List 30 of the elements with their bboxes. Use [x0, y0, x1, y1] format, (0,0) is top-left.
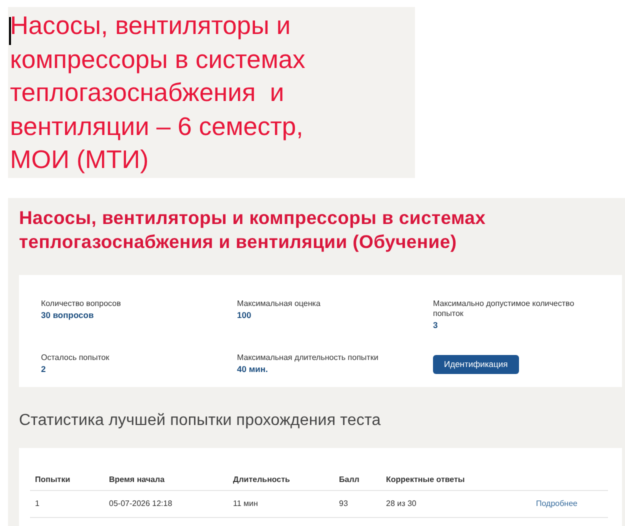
heading-line: вентиляции – 6 семестр,: [10, 112, 304, 142]
column-header: Корректные ответы: [386, 474, 466, 486]
heading-line: теплогазоснабжения и: [10, 78, 286, 109]
column-header: Балл: [339, 474, 360, 486]
course-title: Насосы, вентиляторы и компрессоры в системах теплогазоснабжения и вентиляции (Обучение): [19, 206, 487, 254]
column-header: Длительность: [233, 474, 291, 486]
info-label: Максимально допустимое количество попыток: [433, 299, 576, 319]
text-cursor: [9, 17, 11, 45]
info-value: 30 вопросов: [41, 309, 95, 321]
column-header: Время начала: [109, 474, 166, 486]
heading-line: компрессоры в системах: [10, 44, 306, 76]
table-cell-text: 1: [35, 498, 40, 510]
stats-title: Статистика лучшей попытки прохождения теста: [19, 411, 382, 431]
info-value: 100: [237, 309, 252, 321]
info-label: Максимальная оценка: [237, 299, 322, 309]
table-cell-text: 11 мин: [233, 498, 259, 510]
info-value: 2: [41, 363, 47, 375]
info-label: Максимальная длительность попытки: [237, 353, 380, 363]
table-cell-text: 93: [339, 498, 349, 510]
identification-button[interactable]: Идентификация: [433, 355, 519, 374]
info-value: 3: [433, 319, 439, 331]
column-header: Попытки: [35, 474, 72, 486]
details-link[interactable]: Подробнее: [536, 498, 578, 510]
info-label: Количество вопросов: [41, 299, 122, 309]
heading-line: МОИ (МТИ): [10, 145, 150, 176]
table-cell-text: 28 из 30: [386, 498, 418, 510]
info-value: 40 мин.: [237, 363, 269, 375]
table-cell-text: 05-07-2026 12:18: [109, 498, 174, 510]
info-label: Осталось попыток: [41, 353, 110, 363]
heading-line: Насосы, вентиляторы и: [10, 11, 292, 42]
